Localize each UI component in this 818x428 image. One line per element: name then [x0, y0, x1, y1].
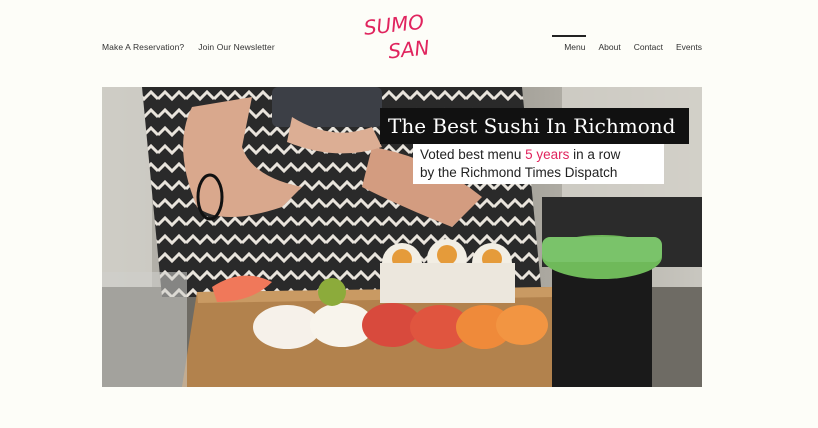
sumo-san-logo[interactable]: SUMO SAN	[362, 8, 446, 62]
tagline-prefix: Voted best menu	[420, 147, 526, 162]
make-reservation-link[interactable]: Make A Reservation?	[102, 42, 184, 52]
tagline-line1: Voted best menu 5 years in a row	[420, 146, 657, 164]
tagline-suffix: in a row	[569, 147, 621, 162]
logo-line2: SAN	[387, 35, 431, 62]
logo-line1: SUMO	[363, 10, 426, 40]
hero-tagline: Voted best menu 5 years in a row by the …	[413, 144, 664, 184]
nav-contact[interactable]: Contact	[634, 42, 663, 52]
hero-headline: The Best Sushi In Richmond	[380, 108, 689, 144]
maki-rolls	[380, 239, 515, 303]
tagline-highlight: 5 years	[525, 147, 570, 162]
header-left-links: Make A Reservation? Join Our Newsletter	[102, 42, 275, 52]
nav-about[interactable]: About	[598, 42, 620, 52]
nav-events[interactable]: Events	[676, 42, 702, 52]
main-nav: Menu About Contact Events	[552, 35, 702, 52]
tagline-line2: by the Richmond Times Dispatch	[420, 165, 618, 180]
page: Make A Reservation? Join Our Newsletter …	[0, 0, 818, 428]
nav-menu[interactable]: Menu	[552, 35, 587, 52]
join-newsletter-link[interactable]: Join Our Newsletter	[198, 42, 275, 52]
